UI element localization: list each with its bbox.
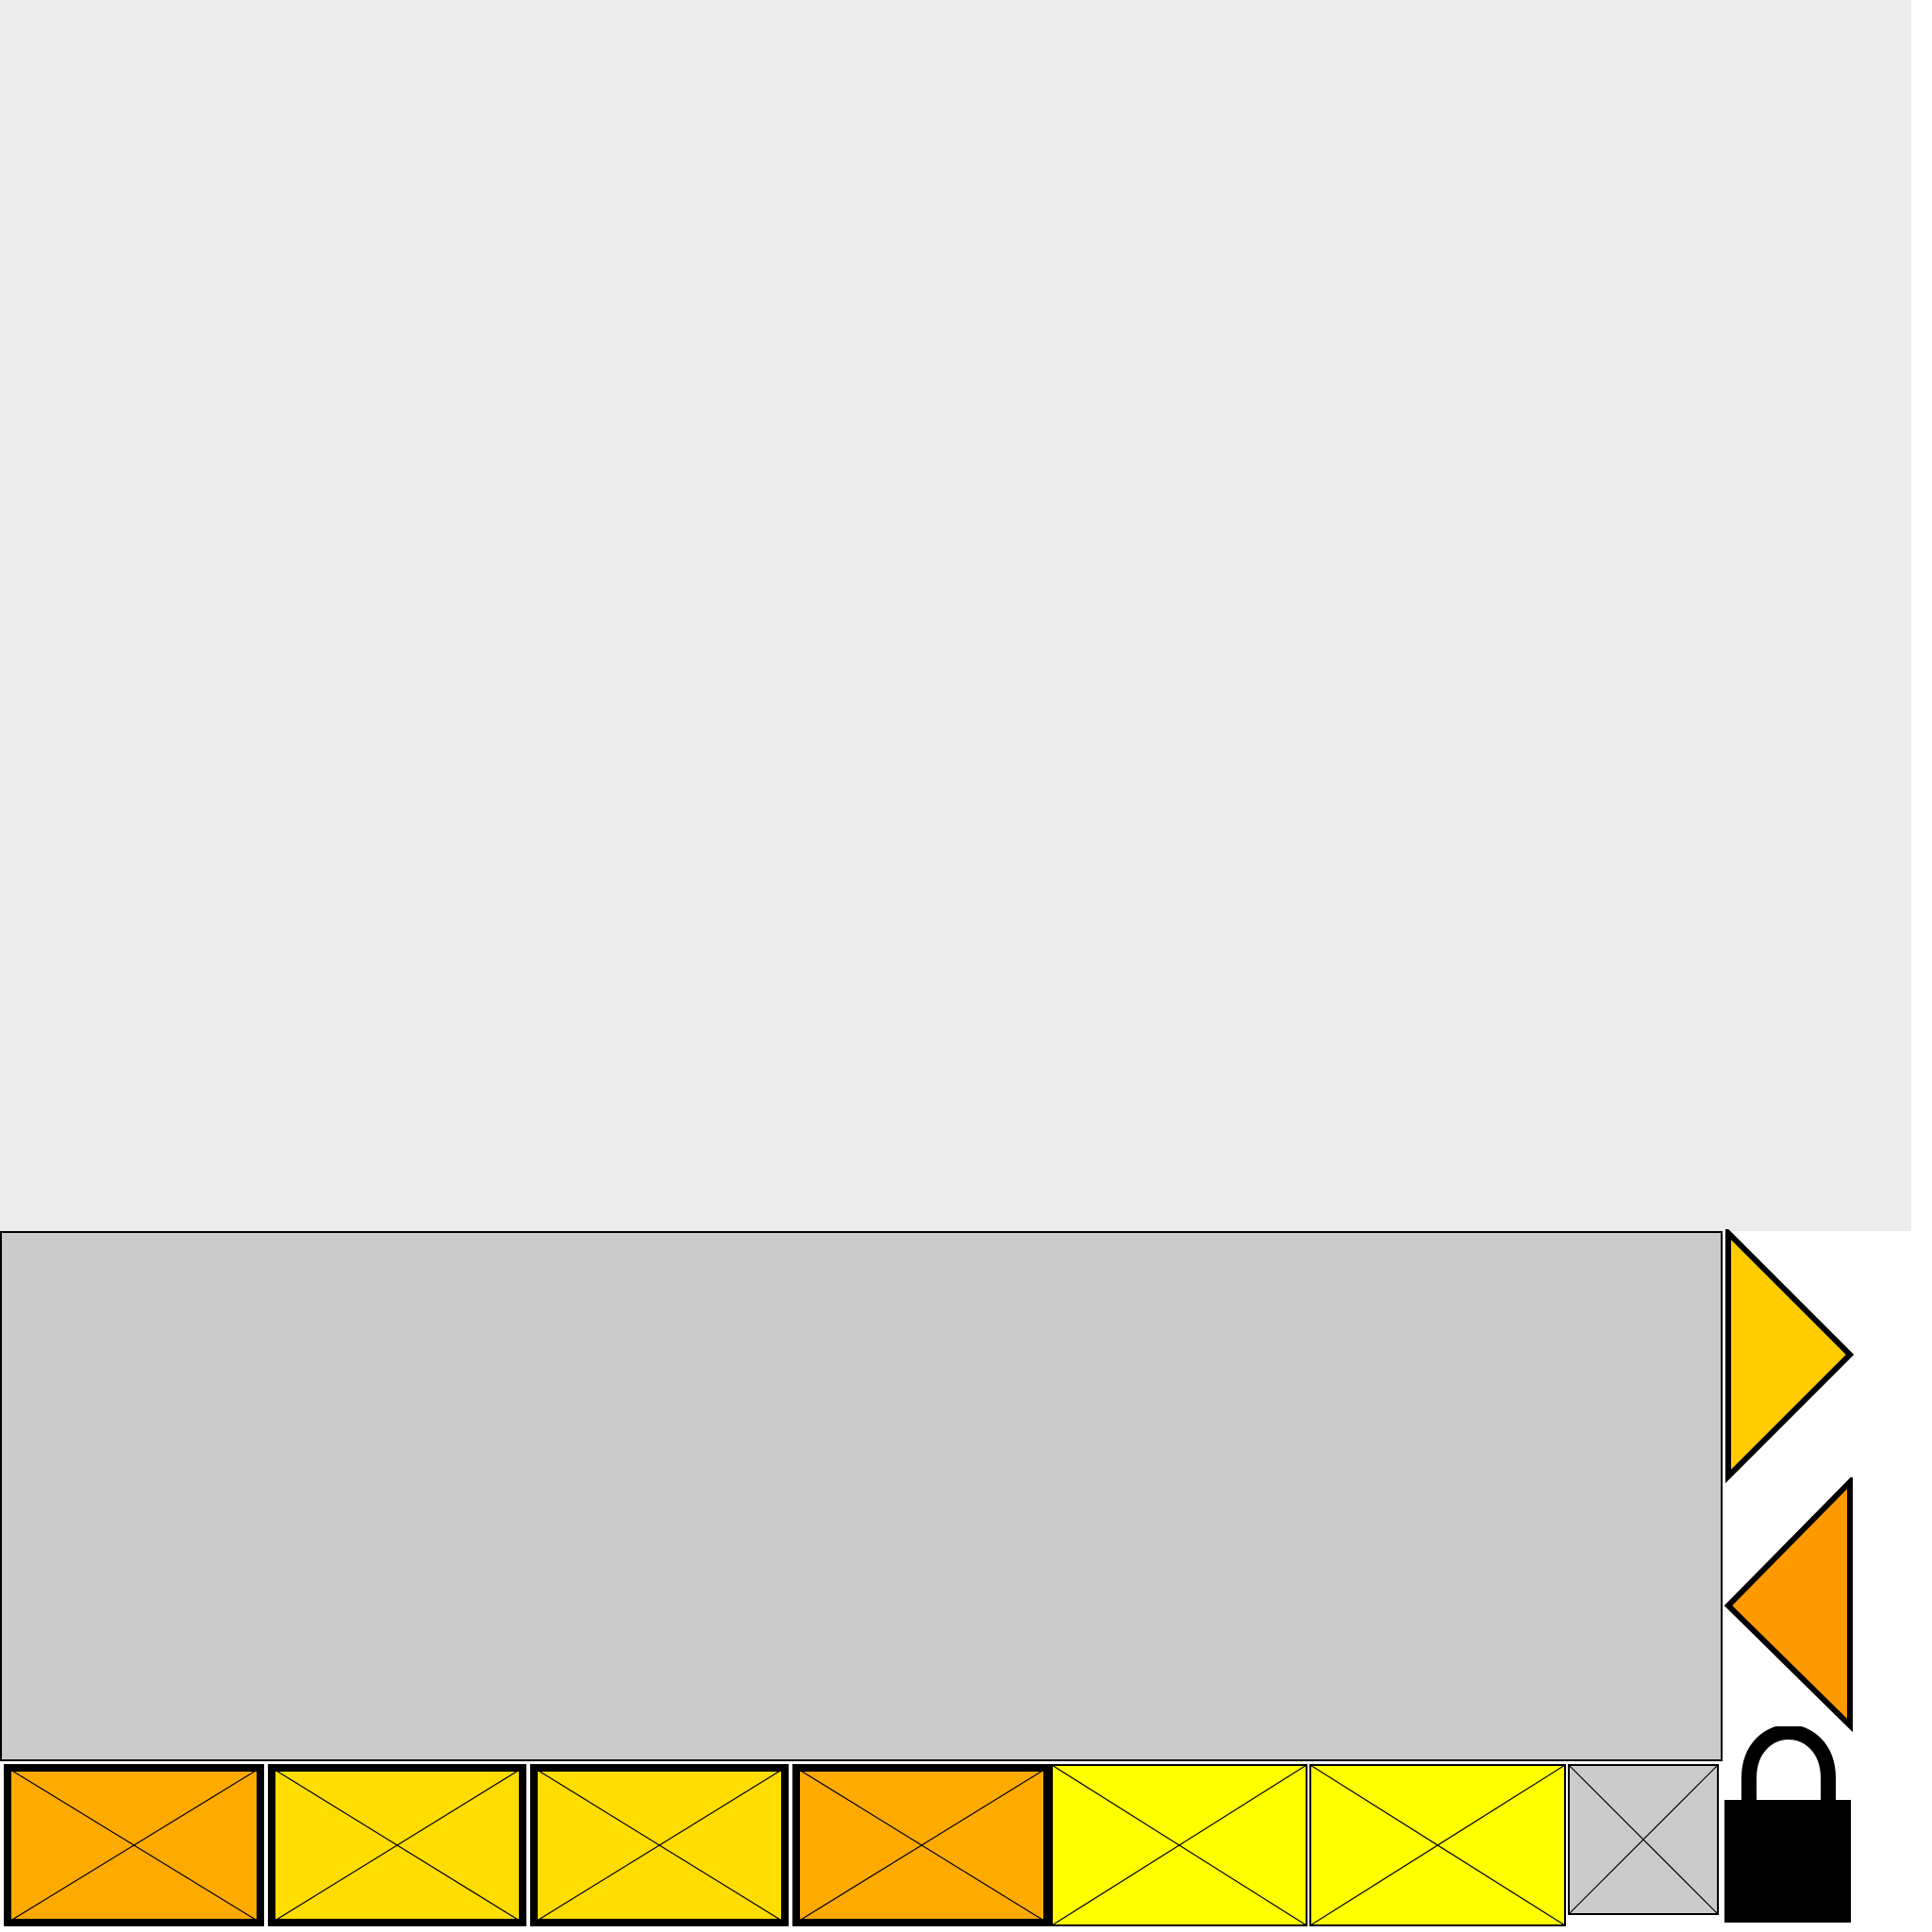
slot-5[interactable] — [1051, 1764, 1307, 1926]
slot-1[interactable] — [4, 1764, 264, 1926]
lock-icon[interactable] — [1723, 1726, 1855, 1924]
left-triangle-icon — [1724, 1477, 1853, 1732]
right-triangle-icon — [1725, 1229, 1855, 1484]
app-root — [0, 0, 1932, 1932]
slot-7[interactable] — [1568, 1764, 1719, 1915]
slot-6[interactable] — [1309, 1764, 1566, 1926]
slot-3[interactable] — [530, 1764, 789, 1926]
top-canvas — [0, 0, 1911, 1231]
slot-4[interactable] — [792, 1764, 1051, 1926]
previous-button[interactable] — [1723, 1477, 1864, 1732]
slot-2[interactable] — [268, 1764, 526, 1926]
main-panel[interactable] — [0, 1231, 1723, 1761]
next-button[interactable] — [1723, 1229, 1864, 1484]
